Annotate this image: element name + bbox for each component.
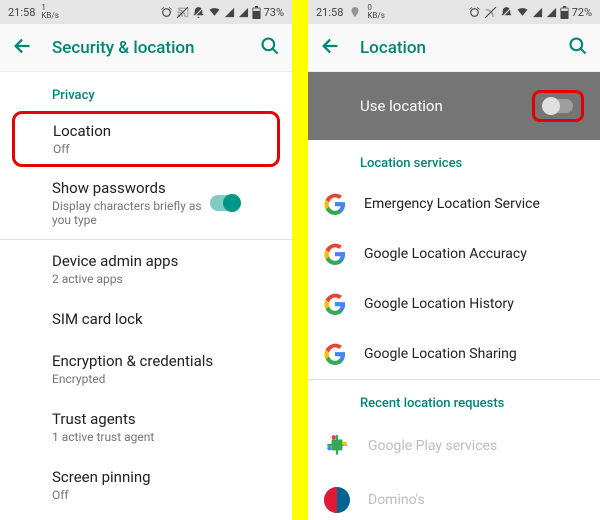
location-settings: Use location Location services Emergency… xyxy=(308,72,600,520)
google-icon xyxy=(324,243,346,265)
recent-label: Google Play services xyxy=(368,438,584,454)
service-accuracy[interactable]: Google Location Accuracy xyxy=(308,229,600,279)
section-recent: Recent location requests xyxy=(308,380,600,419)
dominos-icon xyxy=(324,487,350,513)
signal-icon xyxy=(532,7,543,18)
settings-list: Privacy Location Off Show passwords Disp… xyxy=(0,72,292,520)
screen-pinning-row[interactable]: Screen pinning Off xyxy=(0,456,292,514)
cast-icon xyxy=(484,6,497,19)
show-passwords-toggle[interactable] xyxy=(210,195,240,211)
status-icons: 72% xyxy=(468,6,592,19)
signal-icon-2 xyxy=(238,7,249,18)
show-passwords-sub: Display characters briefly as you type xyxy=(52,199,210,227)
service-label: Emergency Location Service xyxy=(364,196,584,212)
service-emergency[interactable]: Emergency Location Service xyxy=(308,179,600,229)
use-location-row[interactable]: Use location xyxy=(308,72,600,140)
status-bar: 21:58 0KB/s 72% xyxy=(308,0,600,24)
gutter xyxy=(292,0,308,520)
device-admin-row[interactable]: Device admin apps 2 active apps xyxy=(0,240,292,298)
page-title: Location xyxy=(360,38,550,58)
service-label: Google Location Accuracy xyxy=(364,246,584,262)
dnd-icon xyxy=(500,6,513,19)
dnd-icon xyxy=(192,6,205,19)
location-off-icon xyxy=(349,6,361,18)
status-battery: 73% xyxy=(264,6,284,19)
encryption-row[interactable]: Encryption & credentials Encrypted xyxy=(0,340,292,398)
back-icon[interactable] xyxy=(12,35,34,61)
status-bar: 21:58 1KB/s 73% xyxy=(0,0,292,24)
cast-icon xyxy=(176,6,189,19)
page-title: Security & location xyxy=(52,38,242,58)
location-sub: Off xyxy=(53,142,233,156)
status-speed: 1KB/s xyxy=(41,4,58,20)
google-icon xyxy=(324,293,346,315)
search-icon[interactable] xyxy=(568,36,588,60)
status-time: 21:58 xyxy=(316,6,343,19)
google-icon xyxy=(324,343,346,365)
battery-icon xyxy=(252,6,261,19)
service-sharing[interactable]: Google Location Sharing xyxy=(308,329,600,379)
status-speed: 0KB/s xyxy=(367,4,384,20)
service-history[interactable]: Google Location History xyxy=(308,279,600,329)
location-row-highlight[interactable]: Location Off xyxy=(12,111,280,167)
search-icon[interactable] xyxy=(260,36,280,60)
alarm-icon xyxy=(468,6,481,19)
status-time: 21:58 xyxy=(8,6,35,19)
use-location-toggle[interactable] xyxy=(543,99,573,113)
section-location-services: Location services xyxy=(308,140,600,179)
app-bar: Security & location xyxy=(0,24,292,72)
wifi-icon xyxy=(516,6,529,19)
use-location-toggle-highlight xyxy=(532,90,584,122)
app-bar: Location xyxy=(308,24,600,72)
show-passwords-title: Show passwords xyxy=(52,179,210,197)
show-passwords-row[interactable]: Show passwords Display characters briefl… xyxy=(0,167,292,239)
sim-lock-row[interactable]: SIM card lock xyxy=(0,298,292,340)
recent-label: Domino's xyxy=(368,492,584,508)
play-services-icon xyxy=(324,433,350,459)
phone-right: 21:58 0KB/s 72% Location Use location xyxy=(308,0,600,520)
alarm-icon xyxy=(160,6,173,19)
signal-icon xyxy=(224,7,235,18)
phone-left: 21:58 1KB/s 73% Security & location Priv… xyxy=(0,0,292,520)
recent-play-services[interactable]: Google Play services xyxy=(308,419,600,473)
status-battery: 72% xyxy=(572,6,592,19)
service-label: Google Location Sharing xyxy=(364,346,584,362)
back-icon[interactable] xyxy=(320,35,342,61)
google-icon xyxy=(324,193,346,215)
location-title: Location xyxy=(53,122,239,140)
signal-icon-2 xyxy=(546,7,557,18)
wifi-icon xyxy=(208,6,221,19)
status-icons: 73% xyxy=(160,6,284,19)
section-privacy: Privacy xyxy=(0,72,292,111)
battery-icon xyxy=(560,6,569,19)
recent-dominos[interactable]: Domino's xyxy=(308,473,600,520)
service-label: Google Location History xyxy=(364,296,584,312)
trust-agents-row[interactable]: Trust agents 1 active trust agent xyxy=(0,398,292,456)
use-location-label: Use location xyxy=(360,97,443,115)
